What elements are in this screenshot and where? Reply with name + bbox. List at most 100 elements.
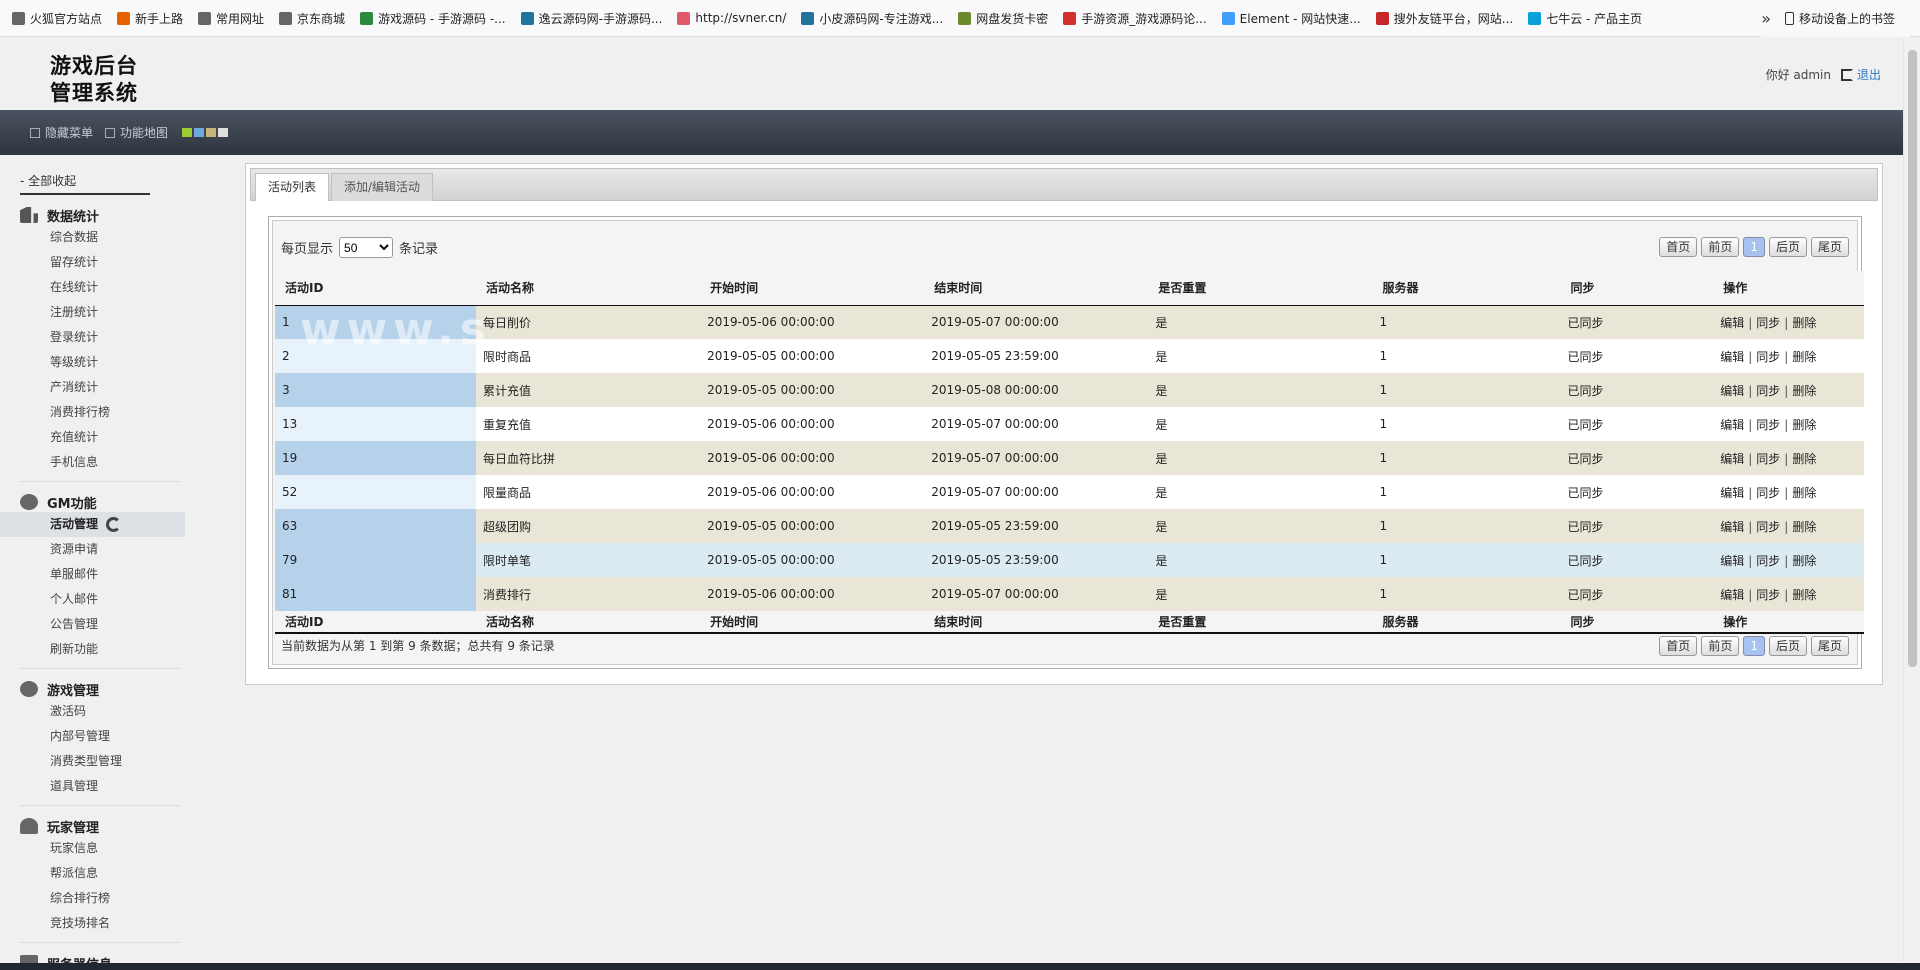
chevron-more-icon[interactable]: » — [1761, 9, 1771, 28]
delete-link[interactable]: 删除 — [1792, 520, 1816, 534]
sidebar-item[interactable]: 竞技场排名 — [0, 911, 185, 936]
refresh-icon[interactable] — [106, 517, 122, 532]
edit-link[interactable]: 编辑 — [1720, 520, 1744, 534]
column-header[interactable]: 是否重置 — [1148, 611, 1373, 634]
sidebar-item[interactable]: 等级统计 — [0, 350, 185, 375]
sidebar-item[interactable]: 消费类型管理 — [0, 749, 185, 774]
table-row[interactable]: 63 超级团购 2019-05-05 00:00:00 2019-05-05 23:5… — [275, 509, 1864, 543]
prev-page-button[interactable]: 前页 — [1701, 636, 1740, 656]
first-page-button[interactable]: 首页 — [1659, 237, 1698, 257]
sidebar-item[interactable]: 公告管理 — [0, 612, 185, 637]
theme-color-swatch[interactable] — [194, 128, 205, 137]
table-row[interactable]: 52 限量商品 2019-05-06 00:00:00 2019-05-07 00:0… — [275, 475, 1864, 509]
sync-link[interactable]: 同步 — [1756, 554, 1780, 568]
sidebar-group-title[interactable]: GM功能 — [20, 492, 190, 512]
last-page-button[interactable]: 尾页 — [1810, 237, 1849, 257]
table-row[interactable]: 13 重复充值 2019-05-06 00:00:00 2019-05-07 00:0… — [275, 407, 1864, 441]
edit-link[interactable]: 编辑 — [1720, 418, 1744, 432]
column-header[interactable]: 服务器 — [1372, 611, 1561, 634]
bookmark-item[interactable]: 新手上路 — [117, 10, 183, 27]
column-header[interactable]: 结束时间 — [924, 611, 1149, 634]
hide-menu-button[interactable]: 隐藏菜单 — [30, 124, 93, 141]
prev-page-button[interactable]: 前页 — [1701, 237, 1740, 257]
edit-link[interactable]: 编辑 — [1720, 350, 1744, 364]
column-header[interactable]: 结束时间 — [924, 271, 1149, 306]
sidebar-item[interactable]: 帮派信息 — [0, 861, 185, 886]
sync-link[interactable]: 同步 — [1756, 520, 1780, 534]
sidebar-item[interactable]: 留存统计 — [0, 250, 185, 275]
page-scrollbar[interactable] — [1903, 38, 1920, 970]
column-header[interactable]: 是否重置 — [1148, 271, 1373, 306]
column-header[interactable]: 操作 — [1713, 611, 1864, 634]
column-header[interactable]: 同步 — [1560, 611, 1714, 634]
table-row[interactable]: 19 每日血符比拼 2019-05-06 00:00:00 2019-05-07 00… — [275, 441, 1864, 475]
delete-link[interactable]: 删除 — [1792, 418, 1816, 432]
bookmark-item[interactable]: 小皮源码网-专注游戏... — [801, 10, 943, 27]
scrollbar-thumb[interactable] — [1908, 50, 1917, 667]
sidebar-item[interactable]: 内部号管理 — [0, 724, 185, 749]
last-page-button[interactable]: 尾页 — [1810, 636, 1849, 656]
column-header[interactable]: 同步 — [1560, 271, 1714, 306]
delete-link[interactable]: 删除 — [1792, 384, 1816, 398]
table-row[interactable]: 79 限时单笔 2019-05-05 00:00:00 2019-05-05 23:5… — [275, 543, 1864, 577]
bookmark-item[interactable]: 常用网址 — [198, 10, 264, 27]
mobile-bookmarks[interactable]: 移动设备上的书签 — [1784, 10, 1895, 27]
edit-link[interactable]: 编辑 — [1720, 452, 1744, 466]
sidebar-item[interactable]: 玩家信息 — [0, 836, 185, 861]
sidebar-item[interactable]: 手机信息 — [0, 450, 185, 475]
column-header[interactable]: 活动名称 — [476, 611, 701, 634]
next-page-button[interactable]: 后页 — [1768, 237, 1807, 257]
sync-link[interactable]: 同步 — [1756, 384, 1780, 398]
first-page-button[interactable]: 首页 — [1659, 636, 1698, 656]
delete-link[interactable]: 删除 — [1792, 350, 1816, 364]
delete-link[interactable]: 删除 — [1792, 486, 1816, 500]
bookmark-item[interactable]: 七牛云 - 产品主页 — [1528, 10, 1642, 27]
edit-link[interactable]: 编辑 — [1720, 588, 1744, 602]
sidebar-item[interactable]: 刷新功能 — [0, 637, 185, 662]
site-map-button[interactable]: 功能地图 — [105, 124, 168, 141]
column-header[interactable]: 服务器 — [1372, 271, 1561, 306]
sidebar-item[interactable]: 道具管理 — [0, 774, 185, 799]
bookmark-item[interactable]: http://svner.cn/ — [677, 11, 786, 25]
delete-link[interactable]: 删除 — [1792, 554, 1816, 568]
tab-activity-list[interactable]: 活动列表 — [255, 173, 330, 201]
sidebar-item[interactable]: 单服邮件 — [0, 562, 185, 587]
sidebar-group-title[interactable]: 数据统计 — [20, 205, 190, 225]
bookmark-item[interactable]: 游戏源码 - 手游源码 -... — [360, 10, 506, 27]
edit-link[interactable]: 编辑 — [1720, 384, 1744, 398]
edit-link[interactable]: 编辑 — [1720, 316, 1744, 330]
table-row[interactable]: 3 累计充值 2019-05-05 00:00:00 2019-05-08 00:00… — [275, 373, 1864, 407]
table-row[interactable]: 2 限时商品 2019-05-05 00:00:00 2019-05-05 23:59… — [275, 339, 1864, 373]
current-page-button[interactable]: 1 — [1743, 237, 1765, 257]
table-row[interactable]: 81 消费排行 2019-05-06 00:00:00 2019-05-07 00:0… — [275, 577, 1864, 611]
sidebar-item[interactable]: 综合数据 — [0, 225, 185, 250]
bookmark-item[interactable]: Element - 网站快速... — [1221, 10, 1361, 27]
theme-color-swatch[interactable] — [206, 128, 217, 137]
sidebar-item[interactable]: 消费排行榜 — [0, 400, 185, 425]
sidebar-item[interactable]: 产消统计 — [0, 375, 185, 400]
theme-color-swatch[interactable] — [218, 128, 229, 137]
bookmark-item[interactable]: 火狐官方站点 — [12, 10, 102, 27]
column-header[interactable]: 操作 — [1713, 271, 1864, 306]
next-page-button[interactable]: 后页 — [1768, 636, 1807, 656]
sidebar-item[interactable]: 资源申请 — [0, 537, 185, 562]
theme-color-swatch[interactable] — [182, 128, 193, 137]
edit-link[interactable]: 编辑 — [1720, 554, 1744, 568]
page-length-select[interactable]: 102550100 — [339, 237, 394, 258]
column-header[interactable]: 开始时间 — [700, 611, 925, 634]
edit-link[interactable]: 编辑 — [1720, 486, 1744, 500]
sidebar-item[interactable]: 登录统计 — [0, 325, 185, 350]
sidebar-item[interactable]: 综合排行榜 — [0, 886, 185, 911]
sidebar-item[interactable]: 个人邮件 — [0, 587, 185, 612]
sidebar-group-title[interactable]: 游戏管理 — [20, 679, 190, 699]
delete-link[interactable]: 删除 — [1792, 316, 1816, 330]
column-header[interactable]: 开始时间 — [700, 271, 925, 306]
sidebar-item[interactable]: 在线统计 — [0, 275, 185, 300]
current-page-button[interactable]: 1 — [1743, 636, 1765, 656]
column-header[interactable]: 活动ID — [275, 611, 476, 634]
bookmark-item[interactable]: 京东商城 — [279, 10, 345, 27]
bookmark-item[interactable]: 搜外友链平台，网站... — [1375, 10, 1513, 27]
sidebar-item[interactable]: 充值统计 — [0, 425, 185, 450]
column-header[interactable]: 活动ID — [275, 271, 476, 306]
sync-link[interactable]: 同步 — [1756, 418, 1780, 432]
